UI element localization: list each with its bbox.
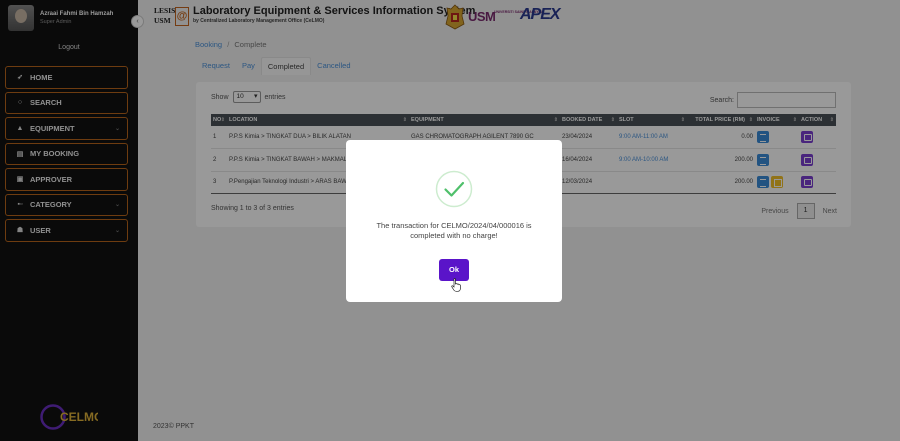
hand-cursor-icon — [451, 278, 461, 292]
success-check-icon — [435, 170, 473, 208]
dialog-message: The transaction for CELMO/2024/04/000016… — [376, 221, 532, 240]
